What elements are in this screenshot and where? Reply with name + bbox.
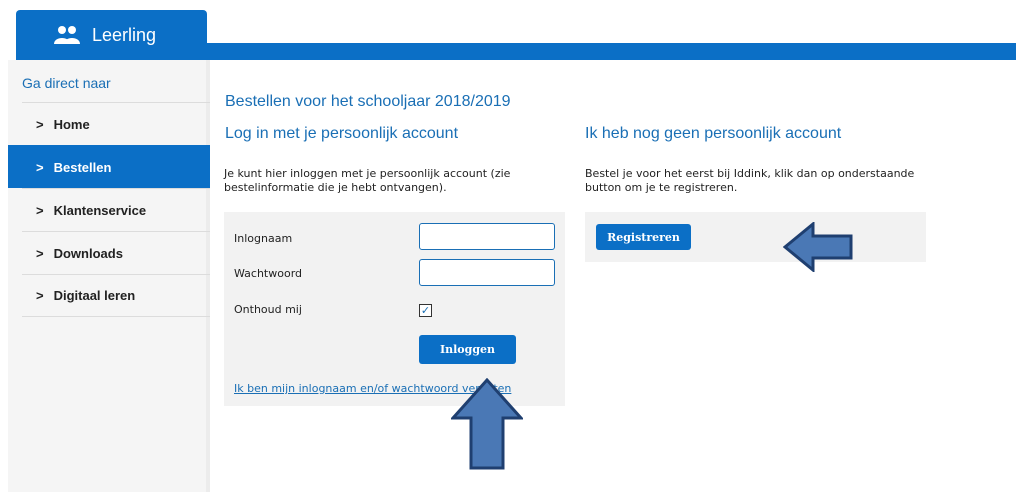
up-arrow-icon (451, 378, 523, 470)
sidebar-item-label: Klantenservice (53, 202, 147, 218)
register-button[interactable]: Registreren (596, 224, 691, 250)
login-title: Log in met je persoonlijk account (225, 125, 459, 142)
password-label: Wachtwoord (234, 267, 303, 280)
remember-checkbox[interactable]: ✓ (419, 304, 432, 317)
sidebar-item-bestellen[interactable]: > Bestellen (8, 145, 210, 188)
sidebar: Ga direct naar > Home > Bestellen > Klan… (8, 60, 210, 492)
password-input[interactable] (419, 259, 555, 286)
sidebar-item-label: Bestellen (53, 159, 112, 175)
sidebar-item-downloads[interactable]: > Downloads (22, 231, 210, 274)
register-description: Bestel je voor het eerst bij Iddink, kli… (585, 167, 915, 194)
sidebar-nav: > Home > Bestellen > Klantenservice > Do… (8, 102, 210, 317)
tab-leerling[interactable]: Leerling (16, 10, 207, 60)
chevron-right-icon: > (36, 159, 44, 175)
left-arrow-icon (783, 222, 853, 272)
login-button[interactable]: Inloggen (419, 335, 516, 364)
remember-label: Onthoud mij (234, 303, 302, 316)
chevron-right-icon: > (36, 202, 44, 218)
login-form: Inlognaam Wachtwoord Onthoud mij ✓ Inlog… (224, 212, 565, 406)
users-icon (54, 26, 80, 44)
sidebar-item-label: Digitaal leren (53, 288, 136, 303)
sidebar-heading: Ga direct naar (22, 75, 111, 91)
chevron-right-icon: > (36, 288, 44, 303)
sidebar-item-klantenservice[interactable]: > Klantenservice (22, 188, 210, 231)
sidebar-item-label: Home (53, 116, 90, 132)
tab-label: Leerling (92, 24, 157, 45)
sidebar-item-home[interactable]: > Home (22, 102, 210, 145)
page-title: Bestellen voor het schooljaar 2018/2019 (225, 93, 511, 110)
register-panel: Registreren (585, 212, 926, 262)
login-description: Je kunt hier inloggen met je persoonlijk… (224, 167, 511, 194)
username-input[interactable] (419, 223, 555, 250)
username-label: Inlognaam (234, 232, 293, 245)
sidebar-item-digitaal-leren[interactable]: > Digitaal leren (22, 274, 210, 317)
chevron-right-icon: > (36, 245, 44, 261)
register-title: Ik heb nog geen persoonlijk account (585, 125, 842, 142)
chevron-right-icon: > (36, 116, 44, 132)
sidebar-item-label: Downloads (53, 245, 123, 261)
